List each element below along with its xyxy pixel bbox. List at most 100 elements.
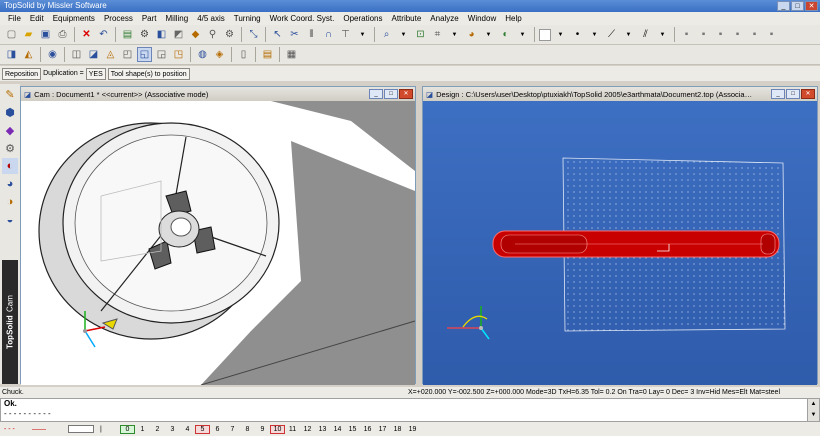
cam-window[interactable]: ◪ Cam : Document1 * <<current>> (Associa… <box>20 86 416 385</box>
cam-viewport[interactable] <box>21 101 415 385</box>
layer-11[interactable]: 11 <box>285 426 300 433</box>
layer-9[interactable]: 9 <box>255 426 270 433</box>
layer-0[interactable]: 0 <box>120 424 135 434</box>
chevron-down-icon[interactable]: ▼ <box>587 27 602 42</box>
chuck-icon[interactable]: ◱ <box>137 47 152 62</box>
layer-12[interactable]: 12 <box>300 426 315 433</box>
nc-file-icon[interactable]: ▦ <box>284 47 299 62</box>
menu-operations[interactable]: Operations <box>343 14 382 23</box>
measure-icon[interactable]: ⤡ <box>246 27 261 42</box>
layer-10[interactable]: 10 <box>270 424 285 434</box>
design-close-button[interactable]: ✕ <box>801 89 815 99</box>
reposition-button[interactable]: Reposition <box>2 67 42 80</box>
layer-18[interactable]: 18 <box>390 426 405 433</box>
machine-icon[interactable]: ◭ <box>21 47 36 62</box>
zoom-icon[interactable]: ⌕ <box>379 27 394 42</box>
chevron-down-icon[interactable]: ▼ <box>655 27 670 42</box>
maximize-button[interactable]: □ <box>791 1 804 11</box>
chevron-down-icon[interactable]: ▼ <box>481 27 496 42</box>
simulation-tool-icon[interactable]: ◒ <box>2 212 18 228</box>
line-style-icon[interactable]: ⟋ <box>604 27 619 42</box>
cam-maximize-button[interactable]: □ <box>384 89 398 99</box>
menu-help[interactable]: Help <box>505 14 521 23</box>
open-icon[interactable]: ▰ <box>21 27 36 42</box>
document-icon[interactable]: ▯ <box>236 47 251 62</box>
layer-copy-icon[interactable]: ▪ <box>747 27 762 42</box>
solid-icon[interactable]: ⬢ <box>2 104 18 120</box>
check-icon[interactable]: ⚲ <box>205 27 220 42</box>
menu-window[interactable]: Window <box>468 14 496 23</box>
drilling-icon[interactable]: ◑ <box>2 194 18 210</box>
layer-move-icon[interactable]: ▪ <box>764 27 779 42</box>
cam-window-title-bar[interactable]: ◪ Cam : Document1 * <<current>> (Associa… <box>21 87 415 101</box>
menu-process[interactable]: Process <box>104 14 133 23</box>
layer-4[interactable]: 4 <box>180 426 195 433</box>
magnet-icon[interactable]: ∩ <box>321 27 336 42</box>
menu-file[interactable]: File <box>8 14 21 23</box>
line-style-preview[interactable]: - - - <box>4 426 32 433</box>
hatch-icon[interactable]: ⫽ <box>638 27 653 42</box>
layer-5[interactable]: 5 <box>195 424 210 434</box>
assembly-icon[interactable]: ◍ <box>195 47 210 62</box>
duplication-yes-button[interactable]: YES <box>85 67 106 80</box>
surface-icon[interactable]: ◆ <box>2 122 18 138</box>
pocket-icon[interactable]: ◧ <box>154 27 169 42</box>
layer-13[interactable]: 13 <box>315 426 330 433</box>
simulation-icon[interactable]: ◆ <box>188 27 203 42</box>
layer-lock-icon[interactable]: ▪ <box>730 27 745 42</box>
tool-shapes-button[interactable]: Tool shape(s) to position <box>107 67 190 80</box>
color-preview[interactable] <box>68 425 94 433</box>
menu-work-coord-syst[interactable]: Work Coord. Syst. <box>270 14 335 23</box>
holder-icon[interactable]: ◪ <box>86 47 101 62</box>
cam-tool-icon[interactable]: ▤ <box>120 27 135 42</box>
minimize-button[interactable]: _ <box>777 1 790 11</box>
chevron-down-icon[interactable]: ▼ <box>355 27 370 42</box>
part-icon[interactable]: ◉ <box>45 47 60 62</box>
contour-icon[interactable]: ◩ <box>171 27 186 42</box>
chevron-down-icon[interactable]: ▼ <box>553 27 568 42</box>
zoom-window-icon[interactable]: ⊡ <box>413 27 428 42</box>
cut-icon[interactable]: ✂ <box>287 27 302 42</box>
layer-1[interactable]: 1 <box>135 426 150 433</box>
layer-icon[interactable]: ▪ <box>679 27 694 42</box>
vise-icon[interactable]: ◳ <box>171 47 186 62</box>
chevron-down-icon[interactable]: ▼ <box>621 27 636 42</box>
layer-2[interactable]: 2 <box>150 426 165 433</box>
layer-6[interactable]: 6 <box>210 426 225 433</box>
chevron-down-icon[interactable]: ▼ <box>515 27 530 42</box>
menu-attribute[interactable]: Attribute <box>392 14 422 23</box>
save-icon[interactable]: ▣ <box>38 27 53 42</box>
design-viewport[interactable] <box>423 101 817 385</box>
sketch-icon[interactable]: ✎ <box>2 86 18 102</box>
drill-icon[interactable]: ⚙ <box>137 27 152 42</box>
layer-19[interactable]: 19 <box>405 426 420 433</box>
toolpath-icon[interactable]: ◬ <box>103 47 118 62</box>
shading-icon[interactable]: ◕ <box>464 27 479 42</box>
clamp-icon[interactable]: ◲ <box>154 47 169 62</box>
view-icon[interactable]: ⌗ <box>430 27 445 42</box>
layer-hide-icon[interactable]: ▪ <box>696 27 711 42</box>
design-maximize-button[interactable]: □ <box>786 89 800 99</box>
layer-7[interactable]: 7 <box>225 426 240 433</box>
chevron-down-icon[interactable]: ▼ <box>447 27 462 42</box>
layer-8[interactable]: 8 <box>240 426 255 433</box>
menu-part[interactable]: Part <box>142 14 157 23</box>
line-weight-preview[interactable]: —— <box>32 426 68 433</box>
close-button[interactable]: ✕ <box>805 1 818 11</box>
layer-16[interactable]: 16 <box>360 426 375 433</box>
menu-edit[interactable]: Edit <box>30 14 44 23</box>
menu-equipments[interactable]: Equipments <box>53 14 95 23</box>
milling-icon[interactable]: ◕ <box>2 176 18 192</box>
design-window[interactable]: ◪ Design : C:\Users\user\Desktop\ptuxiak… <box>422 86 818 385</box>
message-scrollbar[interactable]: ▲ ▼ <box>807 399 819 421</box>
topsolid-side-tab[interactable]: TopSolid Cam <box>2 260 18 384</box>
render-icon[interactable]: ◐ <box>498 27 513 42</box>
new-icon[interactable]: ▢ <box>4 27 19 42</box>
print-icon[interactable]: ⎙ <box>55 27 70 42</box>
settings-icon[interactable]: ⚙ <box>222 27 237 42</box>
layer-3[interactable]: 3 <box>165 426 180 433</box>
menu-milling[interactable]: Milling <box>166 14 189 23</box>
layer-show-icon[interactable]: ▪ <box>713 27 728 42</box>
design-window-title-bar[interactable]: ◪ Design : C:\Users\user\Desktop\ptuxiak… <box>423 87 817 101</box>
point-style-icon[interactable]: • <box>570 27 585 42</box>
